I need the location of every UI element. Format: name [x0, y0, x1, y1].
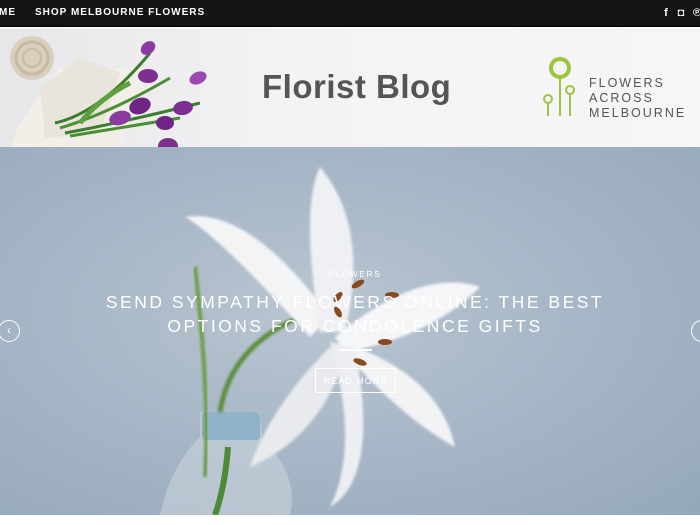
post-category-label[interactable]: FLOWERS — [0, 269, 700, 279]
blog-title: Florist Blog — [262, 68, 452, 105]
page-content-area — [0, 515, 700, 525]
site-header-banner: Florist Blog FLOWERS ACROSS MELBOURNE — [0, 28, 700, 147]
top-navigation-bar: ME SHOP MELBOURNE FLOWERS f ◘ ℗ — [0, 0, 700, 27]
tulip-bouquet-image — [10, 36, 207, 147]
pinterest-icon[interactable]: ℗ — [690, 5, 700, 21]
nav-home-link[interactable]: ME — [0, 7, 16, 18]
brand-line: ACROSS — [589, 91, 654, 105]
brand-line: FLOWERS — [589, 76, 665, 90]
featured-post-slider: FLOWERS SEND SYMPATHY FLOWERS ONLINE: TH… — [0, 147, 700, 515]
featured-post-title[interactable]: SEND SYMPATHY FLOWERS ONLINE: THE BEST O… — [90, 290, 620, 338]
read-more-button[interactable]: READ MORE — [315, 368, 396, 393]
facebook-icon[interactable]: f — [659, 5, 673, 21]
instagram-icon[interactable]: ◘ — [674, 5, 688, 21]
brand-line: MELBOURNE — [589, 106, 687, 120]
nav-shop-melbourne-flowers-link[interactable]: SHOP MELBOURNE FLOWERS — [35, 7, 205, 18]
flowers-across-melbourne-logo-icon — [543, 57, 575, 116]
brand-name: FLOWERS ACROSS MELBOURNE — [589, 76, 686, 121]
title-divider — [340, 349, 372, 351]
